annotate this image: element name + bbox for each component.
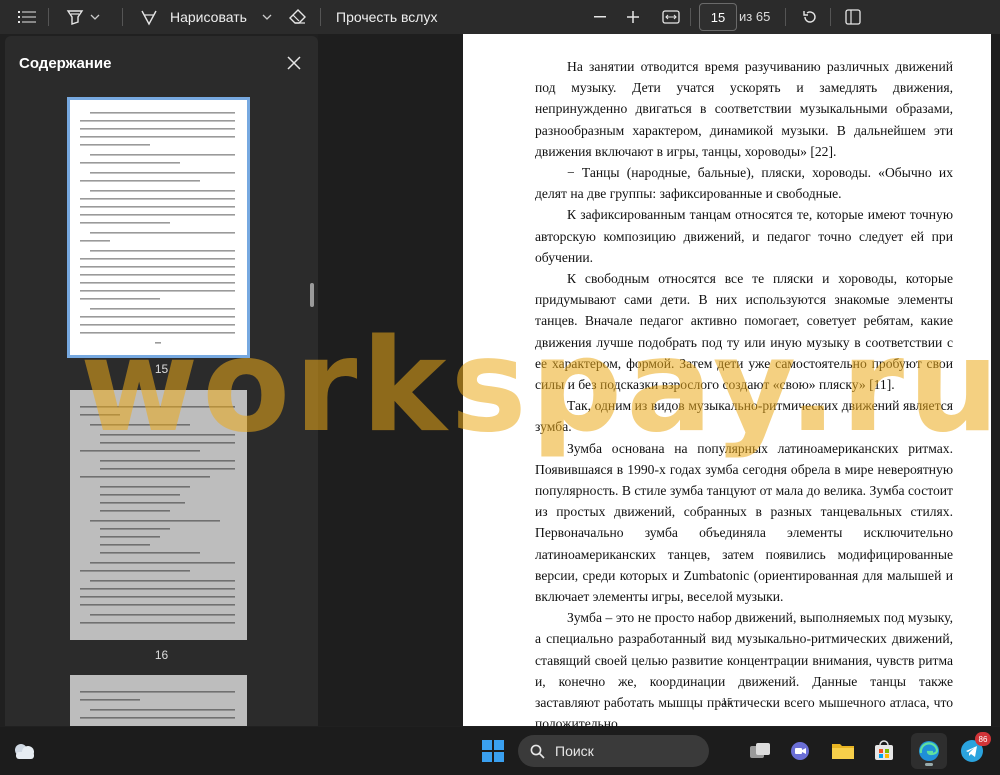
toolbar-divider (690, 8, 691, 26)
toolbar-divider (785, 8, 786, 26)
sidebar-scrollbar[interactable] (310, 283, 314, 307)
document-page: На занятии отводится время разучиванию р… (463, 34, 991, 731)
taskbar-search[interactable]: Поиск (518, 735, 709, 767)
fit-width-button[interactable] (659, 3, 683, 31)
windows-icon (482, 740, 504, 762)
thumbnail-label-16: 16 (154, 648, 169, 662)
draw-button[interactable]: Нарисовать (140, 3, 250, 31)
plus-icon (627, 11, 639, 23)
page-thumbnail-17[interactable] (70, 675, 247, 726)
weather-widget-button[interactable] (8, 735, 40, 767)
toolbar-divider (48, 8, 49, 26)
active-app-indicator (925, 763, 933, 766)
paragraph: На занятии отводится время разучиванию р… (535, 59, 953, 159)
close-sidebar-button[interactable] (284, 53, 304, 73)
paragraph: Так, одним из видов музыкально-ритмическ… (535, 398, 953, 435)
folder-icon (832, 744, 854, 759)
draw-label: Нарисовать (170, 9, 247, 25)
page-number-input[interactable] (699, 3, 737, 31)
page-thumbnail-16[interactable] (70, 390, 247, 640)
highlighter-icon (66, 10, 84, 25)
taskbar: Поиск 86 (0, 727, 1000, 775)
paragraph: К свободным относятся все те пляски и хо… (535, 271, 953, 393)
store-icon (875, 740, 893, 760)
task-view-button[interactable] (744, 735, 776, 767)
edge-browser-button[interactable] (911, 733, 947, 769)
highlight-dropdown[interactable] (88, 3, 102, 31)
thumbnail-label-15: 15 (154, 362, 169, 376)
microsoft-store-button[interactable] (868, 735, 900, 767)
start-button[interactable] (477, 735, 509, 767)
page-thumbnail-content (80, 112, 235, 344)
file-explorer-button[interactable] (827, 735, 859, 767)
pdf-toolbar: Нарисовать Прочесть вслух из 65 (0, 0, 1000, 34)
highlight-button[interactable] (64, 3, 86, 31)
chevron-down-icon (90, 14, 100, 20)
paragraph: К зафиксированным танцам относятся те, к… (535, 207, 953, 265)
toolbar-divider (830, 8, 831, 26)
chat-icon (791, 742, 809, 760)
task-view-icon (750, 743, 770, 758)
edge-icon (919, 741, 939, 761)
toolbar-divider (122, 8, 123, 26)
chat-app-button[interactable] (784, 735, 816, 767)
contents-toggle-button[interactable] (14, 3, 40, 31)
page-thumbnail-content (80, 406, 235, 624)
chevron-down-icon (262, 14, 272, 20)
notification-badge: 86 (975, 732, 991, 746)
read-aloud-button[interactable]: Прочесть вслух (336, 3, 440, 31)
rotate-icon (803, 11, 816, 23)
paragraph: Зумба – это не просто набор движений, вы… (535, 610, 953, 732)
page-view-button[interactable] (842, 3, 864, 31)
page-view-icon (845, 9, 861, 25)
close-icon (287, 56, 301, 70)
page-thumbnail-content (80, 691, 235, 719)
zoom-out-button[interactable] (590, 3, 610, 31)
page-number: 15 (721, 696, 733, 708)
document-viewport[interactable]: На занятии отводится время разучиванию р… (318, 34, 1000, 731)
pen-icon (141, 10, 157, 26)
sidebar-title: Содержание (19, 54, 112, 72)
page-thumbnail-15[interactable] (67, 97, 250, 358)
toolbar-divider (320, 8, 321, 26)
sidebar-header: Содержание (5, 36, 318, 90)
paragraph: Зумба основана на популярных латиноамери… (535, 440, 953, 605)
minus-icon (594, 16, 606, 18)
thumbnail-list[interactable]: 15 16 (5, 90, 318, 726)
fit-width-icon (662, 10, 680, 24)
draw-dropdown[interactable] (260, 3, 274, 31)
page-total: из 65 (739, 9, 771, 24)
read-aloud-label: Прочесть вслух (336, 9, 438, 25)
eraser-icon (289, 9, 306, 24)
search-icon (530, 744, 545, 759)
rotate-button[interactable] (799, 3, 821, 31)
telegram-button[interactable]: 86 (956, 732, 991, 767)
contents-sidebar: Содержание 15 16 (5, 36, 318, 726)
search-label: Поиск (555, 743, 594, 759)
weather-cloud-icon (15, 744, 34, 759)
eraser-button[interactable] (287, 3, 309, 31)
zoom-in-button[interactable] (623, 3, 643, 31)
list-icon (18, 11, 36, 23)
paragraph: − Танцы (народные, бальные), пляски, хор… (535, 165, 953, 202)
